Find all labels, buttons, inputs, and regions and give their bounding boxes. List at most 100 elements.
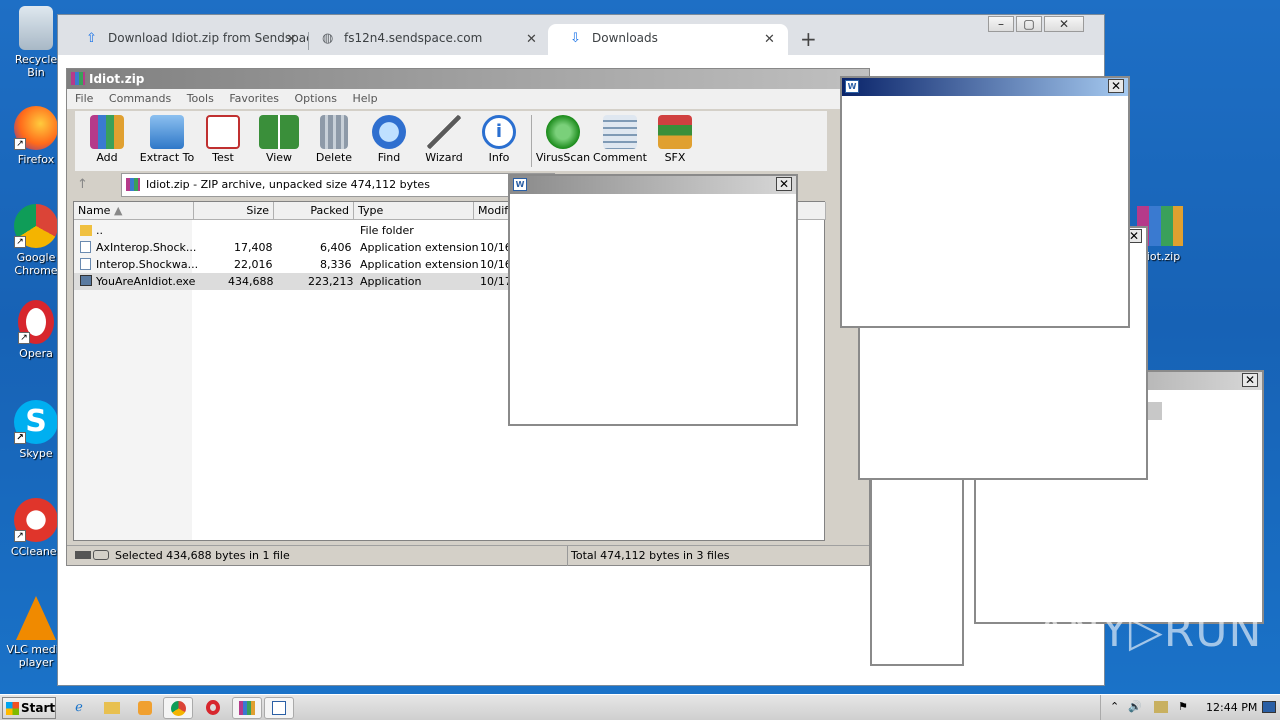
- menu-favorites[interactable]: Favorites: [229, 92, 279, 105]
- file-row-selected[interactable]: YouAreAnIdiot.exe 434,688 223,213 Applic…: [74, 273, 515, 290]
- menu-commands[interactable]: Commands: [109, 92, 171, 105]
- menu-tools[interactable]: Tools: [187, 92, 214, 105]
- menu-file[interactable]: File: [75, 92, 93, 105]
- tab-close-icon[interactable]: ✕: [764, 32, 775, 47]
- popup-close-button[interactable]: ✕: [776, 177, 792, 191]
- popup-close-button[interactable]: ✕: [1108, 79, 1124, 93]
- popup-titlebar[interactable]: [510, 176, 796, 194]
- menu-help[interactable]: Help: [352, 92, 377, 105]
- tab-downloads[interactable]: ⇩ Downloads: [548, 24, 788, 55]
- chrome-taskbar-icon[interactable]: [163, 697, 193, 719]
- globe-icon: ◍: [322, 31, 334, 46]
- tray-divider: [1100, 695, 1101, 720]
- winrar-app-icon: [71, 72, 85, 85]
- test-button[interactable]: Test: [195, 115, 251, 164]
- show-hidden-icons-icon[interactable]: ⌃: [1110, 700, 1119, 713]
- file-size: 17,408: [234, 241, 273, 254]
- toolbar-label: View: [265, 151, 293, 164]
- winrar-titlebar[interactable]: Idiot.zip: [67, 69, 869, 89]
- test-checklist-icon: [206, 115, 240, 149]
- add-button[interactable]: Add: [79, 115, 135, 164]
- show-desktop-button[interactable]: [1262, 701, 1276, 713]
- sort-ascending-icon: ▲: [113, 204, 123, 217]
- sfx-box-icon: [658, 115, 692, 149]
- ie-taskbar-icon[interactable]: ℯ: [64, 697, 94, 719]
- toolbar-label: SFX: [664, 151, 686, 164]
- file-row[interactable]: AxInterop.Shock... 17,408 6,406 Applicat…: [74, 239, 515, 256]
- minimize-button[interactable]: –: [988, 16, 1014, 32]
- tab-label: Downloads: [592, 31, 658, 45]
- column-header-packed[interactable]: Packed: [274, 202, 354, 220]
- wizard-wand-icon: [427, 115, 461, 149]
- archive-path-field[interactable]: Idiot.zip - ZIP archive, unpacked size 4…: [121, 173, 555, 197]
- dll-file-icon: [80, 241, 91, 253]
- view-button[interactable]: View: [251, 115, 307, 164]
- status-selected: Selected 434,688 bytes in 1 file: [115, 549, 290, 562]
- tab-close-icon[interactable]: ✕: [286, 32, 297, 47]
- file-row[interactable]: .. File folder: [74, 222, 514, 239]
- popup-titlebar[interactable]: [842, 78, 1128, 96]
- comment-button[interactable]: Comment: [592, 115, 648, 164]
- column-header-name[interactable]: Name ▲: [74, 202, 194, 220]
- popup-inner-block: [1146, 402, 1162, 420]
- network-icon[interactable]: [1154, 701, 1168, 713]
- file-type: Application extension: [360, 241, 479, 254]
- up-folder-button[interactable]: ↑: [77, 177, 88, 192]
- toolbar-label: Comment: [593, 151, 647, 164]
- file-row[interactable]: Interop.Shockwa... 22,016 8,336 Applicat…: [74, 256, 515, 273]
- menu-options[interactable]: Options: [295, 92, 337, 105]
- new-tab-button[interactable]: +: [800, 27, 817, 51]
- tab-label: Download Idiot.zip from Sendspace.c: [108, 31, 308, 45]
- ccleaner-icon: ↗: [14, 498, 58, 542]
- file-name: YouAreAnIdiot.exe: [96, 275, 196, 288]
- column-header-type[interactable]: Type: [354, 202, 474, 220]
- column-header-size[interactable]: Size: [194, 202, 274, 220]
- skype-icon: S ↗: [14, 400, 58, 444]
- column-label: Type: [358, 204, 384, 217]
- explorer-taskbar-icon[interactable]: [97, 697, 127, 719]
- word-doc-icon: W: [845, 80, 859, 93]
- add-archive-icon: [90, 115, 124, 149]
- toolbar-label: Find: [377, 151, 401, 164]
- opera-taskbar-icon[interactable]: [198, 697, 228, 719]
- popup-taskbar-icon[interactable]: [264, 697, 294, 719]
- delete-button[interactable]: Delete: [306, 115, 362, 164]
- status-total: Total 474,112 bytes in 3 files: [571, 549, 730, 562]
- key-icon: [93, 550, 109, 560]
- find-magnifier-icon: [372, 115, 406, 149]
- volume-icon[interactable]: 🔊: [1128, 700, 1142, 713]
- find-button[interactable]: Find: [361, 115, 417, 164]
- tab-strip: ⇧ Download Idiot.zip from Sendspace.c ✕ …: [58, 15, 1104, 55]
- file-name: Interop.Shockwa...: [96, 258, 199, 271]
- tab-sendspace-download[interactable]: ⇧ Download Idiot.zip from Sendspace.c: [64, 24, 308, 55]
- extract-to-button[interactable]: Extract To: [137, 115, 197, 164]
- tab-close-icon[interactable]: ✕: [526, 32, 537, 47]
- maximize-button[interactable]: ▢: [1016, 16, 1042, 32]
- start-button[interactable]: Start: [2, 697, 56, 719]
- folder-icon: [80, 225, 92, 236]
- file-packed: 8,336: [320, 258, 352, 271]
- action-center-flag-icon[interactable]: ⚑: [1178, 700, 1188, 713]
- clock[interactable]: 12:44 PM: [1206, 701, 1257, 714]
- file-name: AxInterop.Shock...: [96, 241, 197, 254]
- file-packed: 223,213: [308, 275, 354, 288]
- info-button[interactable]: i Info: [471, 115, 527, 164]
- window-controls: – ▢ ✕: [986, 16, 1084, 32]
- winrar-taskbar-icon[interactable]: [232, 697, 262, 719]
- chrome-icon: ↗: [14, 204, 58, 248]
- file-size: 434,688: [228, 275, 274, 288]
- winrar-toolbar: Add Extract To Test View Delete Find Wiz…: [75, 111, 827, 171]
- popup-close-button[interactable]: ✕: [1242, 373, 1258, 387]
- sfx-button[interactable]: SFX: [647, 115, 703, 164]
- column-label: Name: [78, 204, 111, 217]
- file-type: File folder: [360, 224, 414, 237]
- vlc-icon: [16, 596, 56, 640]
- column-label: Packed: [310, 204, 349, 217]
- winrar-menubar: File Commands Tools Favorites Options He…: [67, 89, 869, 109]
- virusscan-button[interactable]: VirusScan: [535, 115, 591, 164]
- toolbar-label: Add: [96, 151, 118, 164]
- close-window-button[interactable]: ✕: [1044, 16, 1084, 32]
- wizard-button[interactable]: Wizard: [416, 115, 472, 164]
- media-player-taskbar-icon[interactable]: [130, 697, 160, 719]
- tab-fs12n4[interactable]: ◍ fs12n4.sendspace.com: [300, 24, 544, 55]
